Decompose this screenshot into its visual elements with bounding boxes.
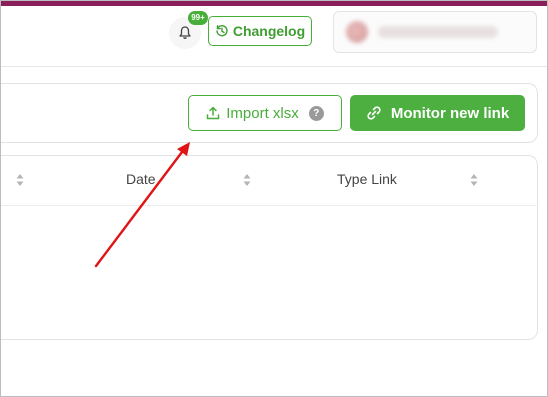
sort-updown-icon[interactable]: [15, 172, 25, 188]
column-header-date[interactable]: Date: [126, 171, 156, 187]
app-window: 99+ Changelog Import xlsx ? Monitor new …: [0, 0, 548, 397]
notification-count-badge: 99+: [188, 11, 208, 25]
changelog-button[interactable]: Changelog: [208, 16, 312, 46]
column-header-type-link[interactable]: Type Link: [337, 171, 397, 187]
link-icon: [367, 106, 381, 120]
bell-icon: [179, 26, 191, 39]
help-circle-icon[interactable]: ?: [308, 105, 324, 121]
import-xlsx-label: Import xlsx: [226, 104, 299, 122]
changelog-label: Changelog: [232, 23, 306, 39]
user-profile-menu[interactable]: [333, 11, 537, 53]
history-clock-icon: [216, 25, 228, 37]
table-header-divider: [1, 205, 538, 206]
sort-updown-icon[interactable]: [242, 172, 252, 188]
links-table: [1, 155, 538, 340]
upload-icon: [206, 106, 220, 120]
avatar: [346, 21, 368, 43]
monitor-new-link-button[interactable]: Monitor new link: [350, 95, 525, 131]
sort-updown-icon[interactable]: [469, 172, 479, 188]
monitor-new-link-label: Monitor new link: [390, 104, 510, 122]
import-xlsx-button[interactable]: Import xlsx ?: [188, 95, 342, 131]
blurred-user-name: [378, 26, 498, 38]
